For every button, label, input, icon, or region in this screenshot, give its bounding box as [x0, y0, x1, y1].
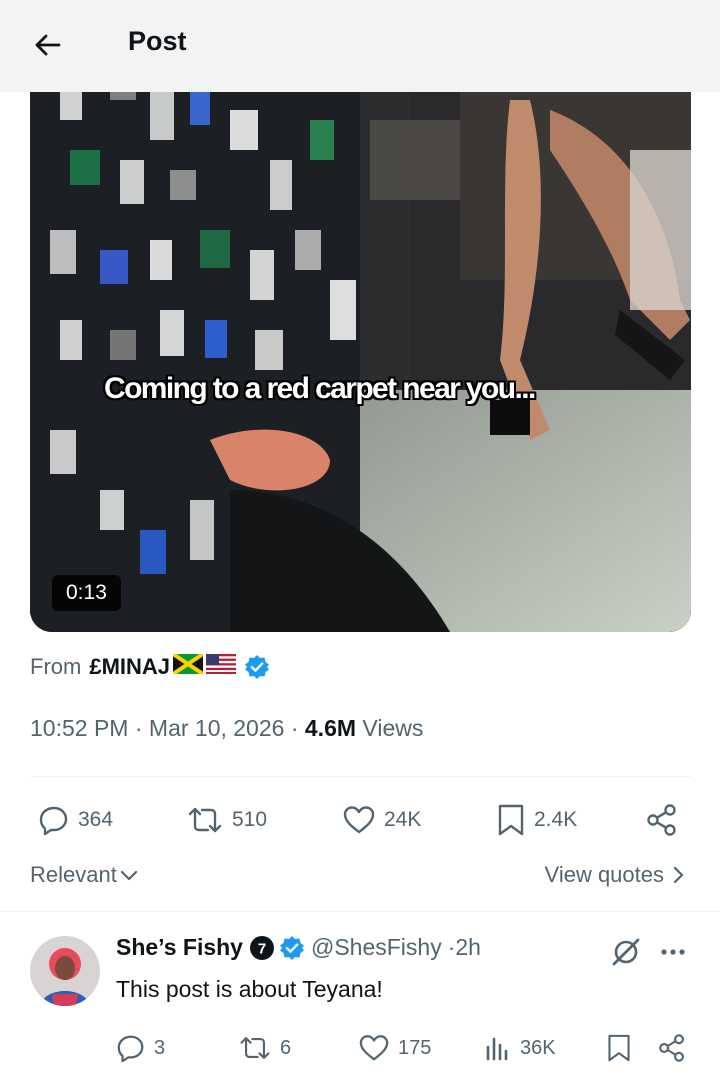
share-icon: [647, 804, 676, 836]
like-count: 24K: [384, 808, 422, 831]
like-button[interactable]: 24K: [342, 800, 421, 840]
video-player[interactable]: Coming to a red carpet near you... 0:13: [30, 60, 691, 632]
sort-label: Relevant: [30, 862, 117, 887]
source-name[interactable]: £MINAJ: [89, 654, 170, 680]
repost-button[interactable]: 510: [186, 800, 267, 840]
video-caption: Coming to a red carpet near you...: [104, 372, 536, 405]
repost-icon: [188, 807, 222, 833]
bookmark-icon: [608, 1034, 630, 1062]
arrow-left-icon: [35, 34, 61, 56]
video-frame: [30, 60, 691, 632]
source-attribution: From £MINAJ: [30, 652, 270, 682]
reply-like-button[interactable]: 175: [358, 1030, 431, 1066]
bookmark-count: 2.4K: [534, 808, 578, 831]
chevron-right-icon: [673, 866, 684, 884]
page-title: Post: [128, 26, 187, 56]
bookmark-button[interactable]: 2.4K: [496, 800, 577, 840]
reply-author-name[interactable]: She’s Fishy: [116, 934, 243, 961]
reply-author-handle[interactable]: @ShesFishy: [311, 934, 442, 961]
post-actions: 364 510 24K 2.4K: [0, 800, 720, 840]
meta-separator: ·: [447, 934, 456, 960]
bookmark-icon: [498, 804, 524, 836]
reply-post[interactable]: She’s Fishy 7 @ShesFishy · 2h This post …: [0, 912, 720, 1078]
analytics-icon: [486, 1037, 508, 1061]
more-dots-icon: [661, 949, 685, 955]
divider: [30, 776, 691, 777]
verified-badge-icon: [244, 654, 270, 680]
reply-reply-count: 3: [154, 1036, 166, 1059]
reply-like-count: 175: [398, 1036, 432, 1059]
avatar[interactable]: [30, 936, 100, 1006]
svg-text:7: 7: [258, 940, 266, 957]
video-duration: 0:13: [52, 575, 121, 611]
chevron-down-icon: [120, 870, 137, 881]
post-date[interactable]: Mar 10, 2026: [149, 715, 285, 741]
meta-separator: ·: [134, 715, 149, 741]
us-flag-icon: [206, 654, 237, 680]
reply-button[interactable]: 364: [38, 800, 113, 840]
sort-replies-dropdown[interactable]: Relevant: [30, 862, 139, 888]
view-quotes-link[interactable]: View quotes: [545, 862, 686, 888]
repost-icon: [240, 1037, 270, 1059]
grok-button[interactable]: [610, 936, 642, 973]
reply-views-button[interactable]: 36K: [484, 1030, 556, 1066]
views-count: 4.6M: [304, 715, 357, 741]
from-prefix: From: [30, 654, 82, 679]
reply-bookmark-button[interactable]: [606, 1030, 640, 1066]
heart-icon: [359, 1035, 389, 1061]
more-options-button[interactable]: [660, 944, 686, 962]
top-bar: Post: [0, 0, 720, 92]
views-label: Views: [362, 715, 424, 741]
reply-reply-button[interactable]: 3: [116, 1030, 165, 1066]
jamaica-flag-icon: [171, 652, 205, 680]
post-time[interactable]: 10:52 PM: [30, 715, 128, 741]
reply-icon: [39, 806, 68, 836]
heart-icon: [343, 806, 375, 834]
reply-time[interactable]: 2h: [455, 934, 481, 961]
verified-badge-icon: [279, 935, 305, 961]
grok-icon: [612, 938, 640, 966]
reply-header: She’s Fishy 7 @ShesFishy · 2h: [116, 934, 481, 961]
number-badge-icon: 7: [249, 935, 275, 961]
reply-actions: 3 6 175 36K: [0, 1030, 720, 1066]
view-quotes-label: View quotes: [544, 862, 664, 887]
reply-views-count: 36K: [520, 1036, 556, 1059]
repost-count: 510: [232, 808, 268, 831]
reply-repost-button[interactable]: 6: [238, 1030, 291, 1066]
meta-separator: ·: [290, 715, 305, 741]
reply-count: 364: [78, 808, 114, 831]
reply-icon: [117, 1035, 144, 1063]
reply-repost-count: 6: [280, 1036, 292, 1059]
back-button[interactable]: [30, 28, 64, 62]
share-button[interactable]: [646, 800, 686, 840]
share-icon: [659, 1034, 684, 1062]
reply-share-button[interactable]: [658, 1030, 694, 1066]
reply-text: This post is about Teyana!: [116, 976, 383, 1002]
post-meta: 10:52 PM · Mar 10, 2026 · 4.6M Views: [30, 715, 423, 742]
